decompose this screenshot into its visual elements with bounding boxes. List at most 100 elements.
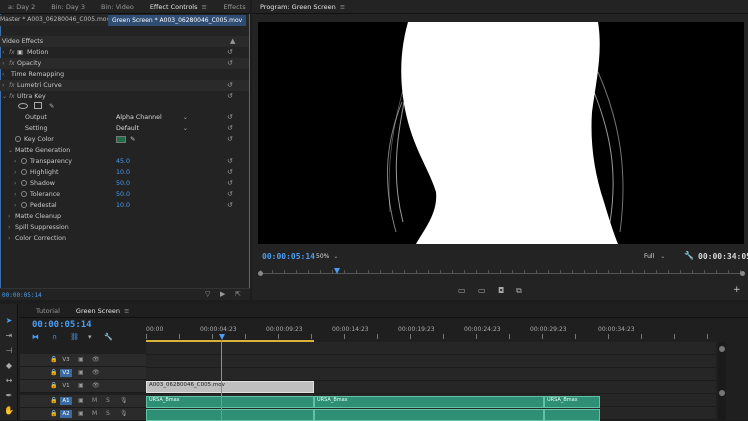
lock-icon[interactable]: 🔒 bbox=[50, 410, 57, 417]
add-button[interactable]: + bbox=[733, 285, 741, 295]
chevron-right-icon[interactable]: › bbox=[8, 222, 15, 233]
audio-clip[interactable]: URSA_Bmax bbox=[314, 396, 544, 408]
reset-icon[interactable]: ↺ bbox=[227, 123, 233, 134]
stopwatch-icon[interactable] bbox=[21, 180, 27, 186]
chevron-right-icon[interactable]: › bbox=[14, 200, 21, 211]
param-value[interactable]: 50.0 bbox=[116, 178, 130, 189]
reset-icon[interactable]: ↺ bbox=[227, 58, 233, 69]
rectangle-mask-icon[interactable] bbox=[34, 102, 43, 109]
sync-lock-icon[interactable]: ▣ bbox=[78, 397, 84, 404]
output-dropdown[interactable]: Alpha Channel ⌄ bbox=[116, 112, 188, 123]
lock-icon[interactable]: 🔒 bbox=[50, 369, 57, 376]
sync-lock-icon[interactable]: ▣ bbox=[78, 410, 84, 417]
track-label[interactable]: V1 bbox=[60, 382, 72, 390]
marker-icon[interactable]: ▾ bbox=[88, 333, 92, 341]
source-label[interactable]: Master * A003_06280046_C005.mov bbox=[0, 16, 110, 23]
export-icon[interactable]: ⇱ bbox=[235, 290, 241, 298]
mic-icon[interactable]: 🎙 bbox=[120, 410, 128, 417]
sequence-label[interactable]: Green Screen * A003_06280046_C005.mov bbox=[108, 15, 247, 26]
reset-icon[interactable]: ↺ bbox=[227, 156, 233, 167]
reset-icon[interactable]: ↺ bbox=[227, 178, 233, 189]
chevron-right-icon[interactable]: › bbox=[14, 178, 21, 189]
tab-program[interactable]: Program: Green Screen ≡ bbox=[252, 0, 354, 13]
reset-icon[interactable]: ↺ bbox=[227, 80, 233, 91]
quality-dropdown[interactable]: Full ⌄ bbox=[644, 253, 676, 263]
hand-tool-icon[interactable]: ✋ bbox=[2, 404, 16, 417]
chevron-right-icon[interactable]: › bbox=[8, 211, 15, 222]
effect-controls-timecode[interactable]: 00:00:05:14 bbox=[2, 292, 42, 299]
stopwatch-icon[interactable] bbox=[15, 136, 21, 142]
matte-generation-row[interactable]: ⌄ Matte Generation bbox=[0, 145, 249, 156]
track-label[interactable]: V2 bbox=[60, 369, 72, 377]
eye-icon[interactable]: 👁 bbox=[92, 356, 100, 363]
pen-tool-icon[interactable]: ✒ bbox=[2, 389, 16, 402]
scroll-up-icon[interactable]: ▲ bbox=[230, 36, 235, 47]
timeline-vertical-scrollbar[interactable] bbox=[718, 342, 726, 420]
tab-effects[interactable]: Effects bbox=[215, 0, 250, 13]
sync-lock-icon[interactable]: ▣ bbox=[78, 369, 84, 376]
timeline-settings-icon[interactable]: 🔧 bbox=[104, 333, 113, 341]
track-label[interactable]: V3 bbox=[60, 356, 72, 364]
fx-icon[interactable]: fx bbox=[9, 47, 17, 58]
camera-icon[interactable]: ◘ bbox=[498, 286, 504, 295]
audio-clip[interactable] bbox=[314, 409, 544, 421]
scroll-handle-top[interactable] bbox=[719, 346, 725, 352]
reset-icon[interactable]: ↺ bbox=[227, 47, 233, 58]
track-select-tool-icon[interactable]: ⇥ bbox=[2, 329, 16, 342]
reset-icon[interactable]: ↺ bbox=[227, 112, 233, 123]
mute-icon[interactable]: M bbox=[92, 397, 97, 404]
effect-time-remapping[interactable]: › Time Remapping bbox=[0, 69, 249, 80]
stopwatch-icon[interactable] bbox=[21, 202, 27, 208]
section-spill-suppression[interactable]: › Spill Suppression bbox=[0, 222, 249, 233]
chevron-right-icon[interactable]: › bbox=[8, 233, 15, 244]
linked-selection-icon[interactable]: ⛓ bbox=[70, 333, 79, 341]
audio-clip[interactable] bbox=[544, 409, 600, 421]
effect-motion[interactable]: › fx ▣ Motion ↺ bbox=[0, 47, 249, 58]
track-label[interactable]: A2 bbox=[60, 410, 72, 418]
program-video-frame[interactable] bbox=[258, 22, 744, 244]
setting-dropdown[interactable]: Default ⌄ bbox=[116, 123, 188, 134]
pen-mask-icon[interactable]: ✎ bbox=[49, 101, 54, 112]
extract-icon[interactable]: ▭ bbox=[478, 286, 486, 295]
razor-tool-icon[interactable]: ◆ bbox=[2, 359, 16, 372]
solo-icon[interactable]: S bbox=[106, 397, 110, 404]
scrub-start-handle[interactable] bbox=[258, 271, 263, 276]
tab-green-screen[interactable]: Green Screen ≡ bbox=[68, 304, 138, 317]
tab-effect-controls[interactable]: Effect Controls ≡ bbox=[142, 0, 216, 13]
sync-lock-icon[interactable]: ▣ bbox=[78, 382, 84, 389]
lock-icon[interactable]: 🔒 bbox=[50, 397, 57, 404]
effect-lumetri-curve[interactable]: › fx Lumetri Curve ↺ bbox=[0, 80, 249, 91]
chevron-right-icon[interactable]: › bbox=[2, 47, 9, 58]
chevron-right-icon[interactable]: › bbox=[14, 156, 21, 167]
filter-icon[interactable]: ▽ bbox=[205, 290, 210, 298]
nest-icon[interactable]: ⧓ bbox=[32, 333, 39, 341]
audio-clip[interactable]: URSA_Bmax bbox=[544, 396, 600, 408]
eye-icon[interactable]: 👁 bbox=[92, 382, 100, 389]
param-value[interactable]: 50.0 bbox=[116, 189, 130, 200]
eye-icon[interactable]: 👁 bbox=[92, 369, 100, 376]
tab-day2[interactable]: a: Day 2 bbox=[0, 0, 43, 13]
mic-icon[interactable]: 🎙 bbox=[120, 397, 128, 404]
section-matte-cleanup[interactable]: › Matte Cleanup bbox=[0, 211, 249, 222]
reset-icon[interactable]: ↺ bbox=[227, 200, 233, 211]
snap-icon[interactable]: ∩ bbox=[52, 333, 57, 341]
fx-icon[interactable]: fx bbox=[9, 80, 17, 91]
panel-menu-icon[interactable]: ≡ bbox=[340, 0, 346, 13]
reset-icon[interactable]: ↺ bbox=[227, 189, 233, 200]
chevron-right-icon[interactable]: › bbox=[2, 80, 9, 91]
panel-menu-icon[interactable]: ≡ bbox=[124, 304, 130, 317]
program-scrub-bar[interactable] bbox=[258, 268, 745, 278]
scrub-end-handle[interactable] bbox=[740, 271, 745, 276]
reset-icon[interactable]: ↺ bbox=[227, 167, 233, 178]
key-color-swatch[interactable] bbox=[116, 136, 126, 143]
settings-wrench-icon[interactable]: 🔧 bbox=[684, 251, 694, 260]
tab-tutorial[interactable]: Tutorial bbox=[20, 304, 68, 317]
timeline-timecode[interactable]: 00:00:05:14 bbox=[32, 320, 92, 330]
param-value[interactable]: 10.0 bbox=[116, 200, 130, 211]
video-clip[interactable]: A003_06280046_C005.mov bbox=[146, 381, 314, 393]
tab-video[interactable]: Bin: Video bbox=[93, 0, 142, 13]
program-timecode[interactable]: 00:00:05:14 bbox=[262, 252, 315, 261]
sync-lock-icon[interactable]: ▣ bbox=[78, 356, 84, 363]
ripple-edit-tool-icon[interactable]: ⊣ bbox=[2, 344, 16, 357]
zoom-dropdown[interactable]: 50% ⌄ bbox=[316, 253, 348, 263]
